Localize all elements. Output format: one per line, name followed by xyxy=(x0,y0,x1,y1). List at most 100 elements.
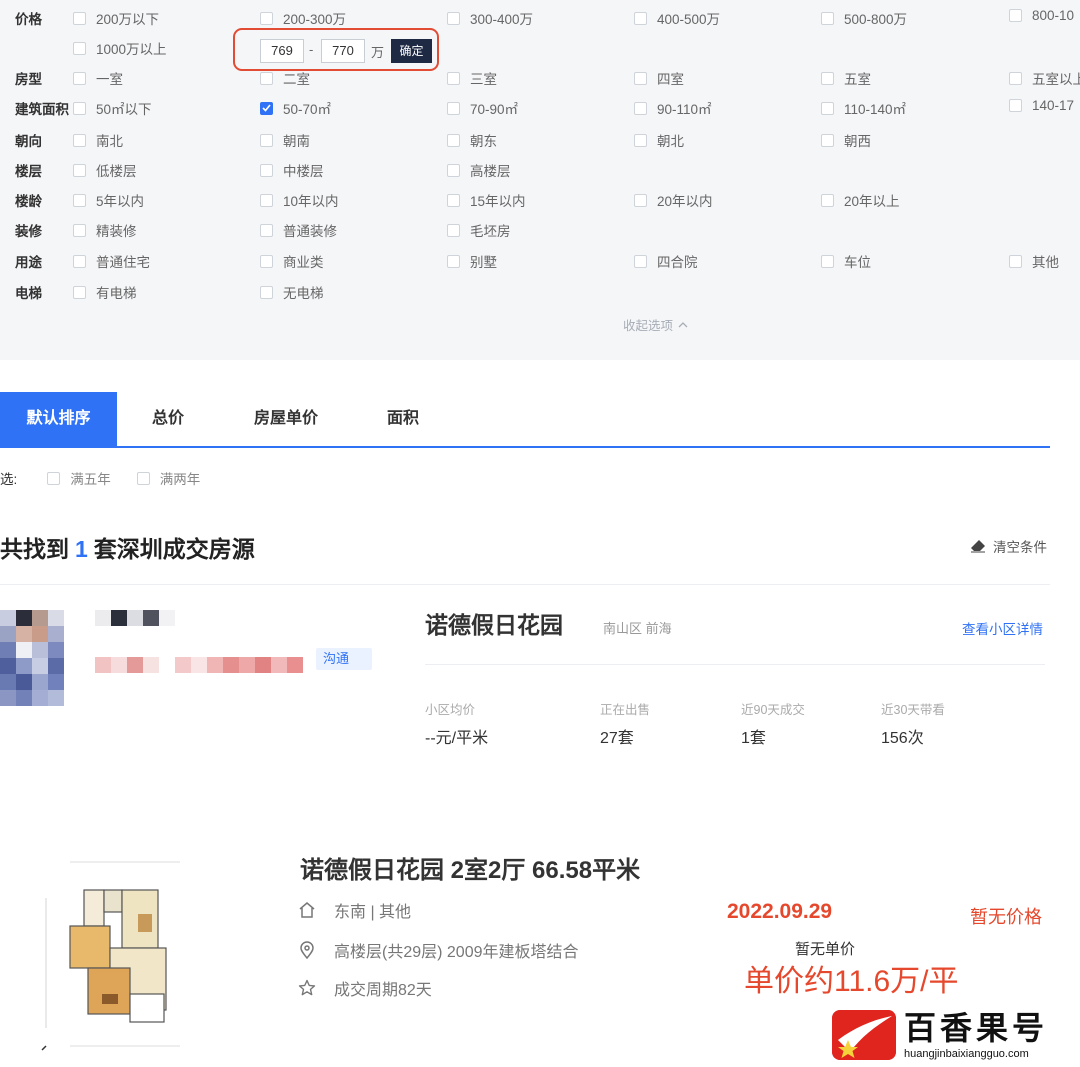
checkbox-icon xyxy=(1009,99,1022,112)
filter-option[interactable]: 商业类 xyxy=(260,251,324,271)
price-min-input[interactable]: 769 xyxy=(260,39,304,63)
chat-button[interactable]: 沟通 xyxy=(316,648,372,670)
stat-value: 27套 xyxy=(600,730,634,747)
tab-area[interactable]: 面积 xyxy=(375,392,431,446)
price-max-input[interactable]: 770 xyxy=(321,39,365,63)
filter-option[interactable]: 70-90㎡ xyxy=(447,98,518,118)
filter-option[interactable]: 20年以上 xyxy=(821,190,900,210)
filter-option[interactable]: 200-300万 xyxy=(260,8,346,28)
filter-row: 房型 一室 二室 三室 四室 五室 五室以上 xyxy=(0,62,1080,92)
community-name[interactable]: 诺德假日花园 xyxy=(425,606,563,640)
eraser-icon xyxy=(971,540,985,553)
filter-option-label: 110-140㎡ xyxy=(844,102,907,117)
filter-option[interactable]: 500-800万 xyxy=(821,8,907,28)
filter-option[interactable]: 二室 xyxy=(260,68,310,88)
filter-option[interactable]: 五室 xyxy=(821,68,871,88)
filter-over-two-years[interactable]: 满两年 xyxy=(136,468,201,488)
filter-option[interactable]: 300-400万 xyxy=(447,8,533,28)
filter-option[interactable]: 140-17 xyxy=(1009,98,1074,113)
filter-option-label: 朝东 xyxy=(470,134,497,149)
listing-title[interactable]: 诺德假日花园 2室2厅 66.58平米 xyxy=(300,850,640,885)
tab-unit-price[interactable]: 房屋单价 xyxy=(243,392,329,446)
filter-option-label: 400-500万 xyxy=(657,12,721,27)
filter-option[interactable]: 1000万以上 xyxy=(73,38,167,58)
filter-option-label: 300-400万 xyxy=(470,12,534,27)
chevron-up-icon xyxy=(678,322,688,328)
filter-option[interactable]: 800-10 xyxy=(1009,8,1074,23)
filter-option[interactable]: 低楼层 xyxy=(73,160,137,180)
stat-visits-30d: 近30天带看 156次 xyxy=(881,699,945,748)
filter-option[interactable]: 有电梯 xyxy=(73,282,137,302)
filter-option[interactable]: 毛坯房 xyxy=(447,220,511,240)
filter-option[interactable]: 90-110㎡ xyxy=(634,98,712,118)
custom-price-range: 769 - 770 万 确定 xyxy=(233,28,439,71)
agent-avatar[interactable] xyxy=(0,610,64,706)
checkbox-icon xyxy=(634,193,647,207)
price-confirm-button[interactable]: 确定 xyxy=(391,39,432,63)
filter-option[interactable]: 5年以内 xyxy=(73,190,144,210)
filter-over-five-years[interactable]: 满五年 xyxy=(47,468,111,488)
checkbox-icon xyxy=(260,11,273,25)
filter-option[interactable]: 20年以内 xyxy=(634,190,713,210)
collapse-label: 收起选项 xyxy=(623,319,674,333)
filter-option[interactable]: 50-70㎡ xyxy=(260,98,331,118)
filter-option[interactable]: 朝东 xyxy=(447,130,497,150)
filter-option-label: 无电梯 xyxy=(283,286,324,301)
filter-option[interactable]: 四合院 xyxy=(634,251,698,271)
checkbox-icon xyxy=(821,193,834,207)
filter-option[interactable]: 普通住宅 xyxy=(73,251,150,271)
filter-option[interactable]: 朝北 xyxy=(634,130,684,150)
filter-option[interactable]: 精装修 xyxy=(73,220,137,240)
filter-option[interactable]: 车位 xyxy=(821,251,871,271)
star-icon xyxy=(298,979,316,996)
community-detail-link[interactable]: 查看小区详情 xyxy=(962,618,1043,638)
checkbox-icon xyxy=(73,101,86,115)
tab-default-sort[interactable]: 默认排序 xyxy=(0,392,117,446)
filter-option[interactable]: 15年以内 xyxy=(447,190,526,210)
filter-option-label: 五室 xyxy=(844,72,871,87)
filter-option[interactable]: 高楼层 xyxy=(447,160,511,180)
filter-option[interactable]: 无电梯 xyxy=(260,282,324,302)
filter-option[interactable]: 50㎡以下 xyxy=(73,98,152,118)
checkbox-icon xyxy=(73,133,86,147)
filter-option[interactable]: 其他 xyxy=(1009,251,1059,271)
filter-row: 电梯 有电梯 无电梯 xyxy=(0,276,1080,306)
result-count: 1 xyxy=(75,536,88,562)
filter-option[interactable]: 10年以内 xyxy=(260,190,339,210)
tab-total-price[interactable]: 总价 xyxy=(140,392,196,446)
filter-option[interactable]: 别墅 xyxy=(447,251,497,271)
filter-option[interactable]: 中楼层 xyxy=(260,160,324,180)
filter-row-label: 朝向 xyxy=(15,134,42,149)
filter-option-label: 800-10 xyxy=(1032,8,1075,23)
filter-option[interactable]: 110-140㎡ xyxy=(821,98,906,118)
floor-text: 高楼层(共29层) 2009年建板塔结合 xyxy=(334,944,579,961)
filter-option[interactable]: 普通装修 xyxy=(260,220,337,240)
clear-filters-button[interactable]: 清空条件 xyxy=(970,536,1047,556)
filter-option[interactable]: 一室 xyxy=(73,68,123,88)
stat-on-sale: 正在出售 27套 xyxy=(600,699,650,748)
filter-option[interactable]: 五室以上 xyxy=(1009,68,1080,88)
watermark: 百香果号 huangjinbaixiangguo.com xyxy=(832,1010,1048,1060)
listing-cycle: 成交周期82天 xyxy=(298,976,432,1000)
filter-option-label: 200-300万 xyxy=(283,12,347,27)
filter-option[interactable]: 四室 xyxy=(634,68,684,88)
filter-option-label: 车位 xyxy=(844,255,871,270)
filter-option[interactable]: 200万以下 xyxy=(73,8,159,28)
filter-option[interactable]: 南北 xyxy=(73,130,123,150)
filter-option[interactable]: 朝西 xyxy=(821,130,871,150)
floorplan-image[interactable] xyxy=(40,858,190,1054)
filter-option-label: 二室 xyxy=(283,72,310,87)
filter-row: 用途 普通住宅 商业类 别墅 四合院 车位 其他 xyxy=(0,245,1080,275)
collapse-options-button[interactable]: 收起选项 xyxy=(623,315,688,334)
filter-option[interactable]: 朝南 xyxy=(260,130,310,150)
checkbox-icon xyxy=(1009,9,1022,22)
filter-option-label: 90-110㎡ xyxy=(657,102,712,117)
checkbox-checked-icon xyxy=(260,101,273,115)
filter-row: 朝向 南北 朝南 朝东 朝北 朝西 xyxy=(0,124,1080,154)
filter-option[interactable]: 三室 xyxy=(447,68,497,88)
filter-row-label: 用途 xyxy=(15,255,42,270)
filter-option[interactable]: 400-500万 xyxy=(634,8,720,28)
stat-value: 1套 xyxy=(741,730,766,747)
clear-label: 清空条件 xyxy=(993,540,1047,555)
option-label: 满两年 xyxy=(159,472,201,487)
